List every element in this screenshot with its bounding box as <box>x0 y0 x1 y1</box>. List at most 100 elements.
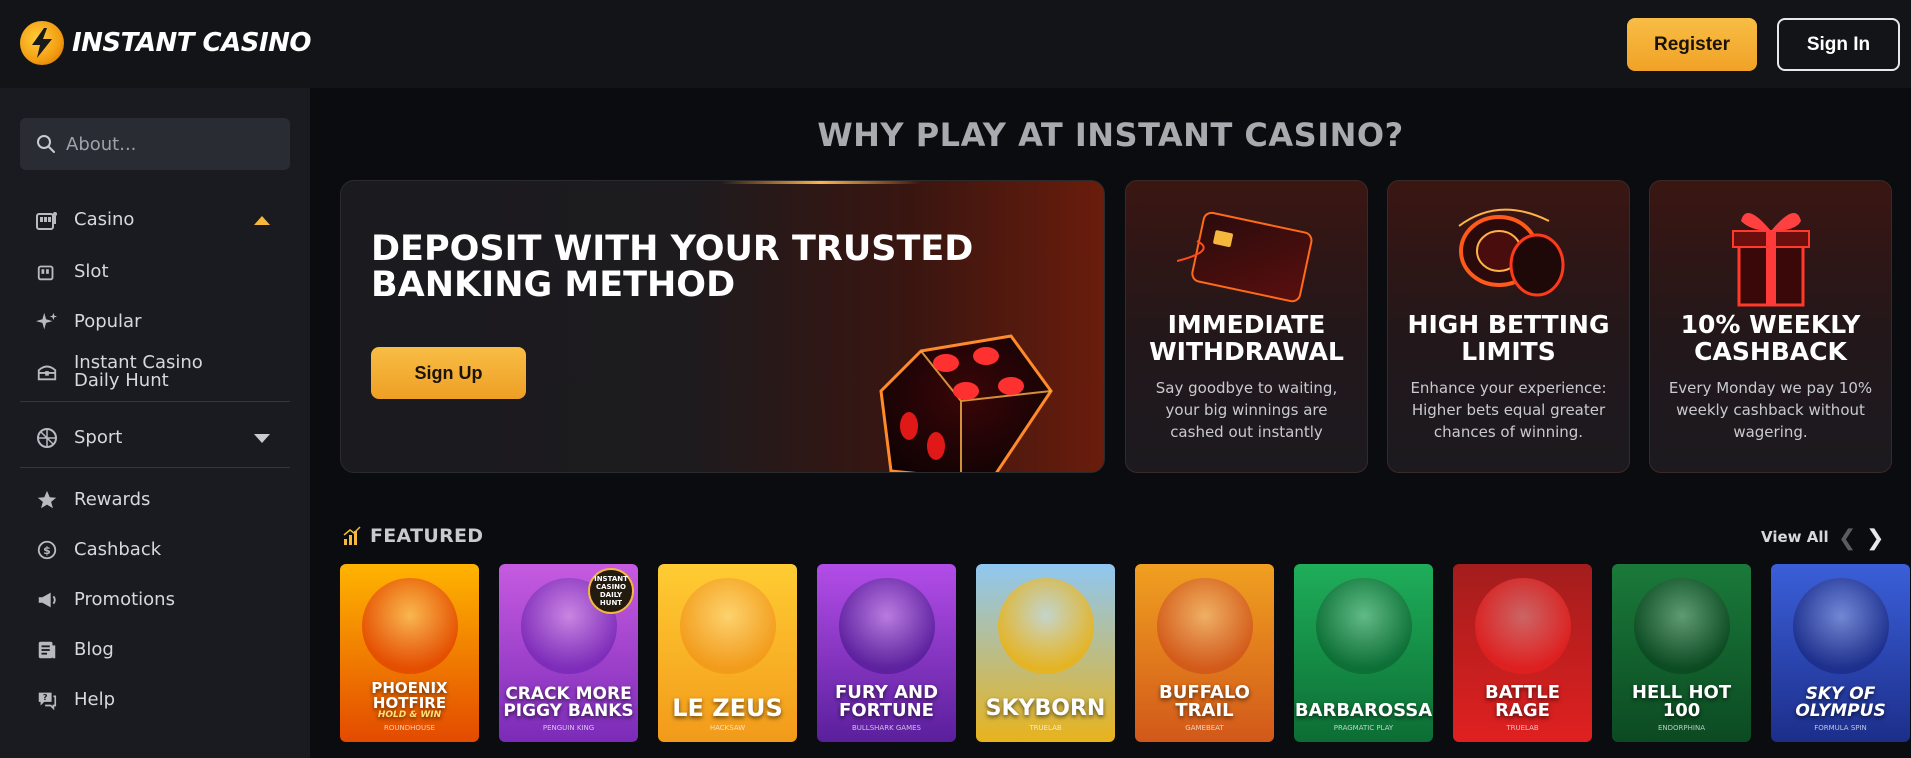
game-tile[interactable]: SKYBORN TRUELAB <box>976 564 1115 742</box>
game-art <box>1633 578 1730 674</box>
sidebar-item-popular[interactable]: Popular <box>20 304 290 340</box>
game-title: FURY AND FORTUNE <box>834 682 939 721</box>
sidebar-item-help[interactable]: ? Help <box>20 682 290 718</box>
chevron-right-icon[interactable]: ❯ <box>1866 526 1884 551</box>
sidebar-item-slot[interactable]: Slot <box>20 254 290 290</box>
page-title: WHY PLAY AT INSTANT CASINO? <box>817 116 1404 154</box>
slot-machine-icon <box>34 207 60 233</box>
game-tile[interactable]: BARBAROSSA PRAGMATIC PLAY <box>1294 564 1433 742</box>
chevron-left-icon[interactable]: ❮ <box>1838 526 1856 551</box>
sidebar-divider <box>20 467 290 468</box>
sidebar-item-rewards[interactable]: Rewards <box>20 482 290 518</box>
game-art <box>838 578 935 674</box>
daily-hunt-badge: INSTANT CASINO DAILY HUNT <box>588 568 634 614</box>
sidebar-item-label: Slot <box>74 261 109 282</box>
game-tile[interactable]: BATTLE RAGE TRUELAB <box>1453 564 1592 742</box>
brand-logo[interactable]: INSTANT CASINO <box>20 21 312 65</box>
game-tile[interactable]: HELL HOT 100 ENDORPHINA <box>1612 564 1751 742</box>
sign-in-button[interactable]: Sign In <box>1777 18 1900 71</box>
game-art <box>1792 578 1889 674</box>
game-provider: BULLSHARK GAMES <box>851 724 922 732</box>
game-tile[interactable]: LE ZEUS HACKSAW <box>658 564 797 742</box>
sidebar-item-label: Blog <box>74 639 114 660</box>
game-provider: TRUELAB <box>1506 724 1539 732</box>
sidebar-item-cashback[interactable]: $ Cashback <box>20 532 290 568</box>
game-title: BATTLE RAGE <box>1485 682 1560 721</box>
brand-name: INSTANT CASINO <box>72 28 312 58</box>
game-art <box>1474 578 1571 674</box>
game-title: SKYBORN <box>985 696 1106 721</box>
gift-box-icon <box>1731 213 1810 307</box>
sidebar-item-label: Cashback <box>74 539 162 560</box>
blog-icon <box>34 637 60 663</box>
help-icon: ? <box>34 687 60 713</box>
game-title: BARBAROSSA <box>1294 700 1433 721</box>
sidebar-item-daily-hunt[interactable]: Instant Casino Daily Hunt <box>20 350 290 394</box>
sport-icon <box>34 425 60 451</box>
game-title: SKY OF OLYMPUS <box>1795 684 1886 721</box>
sidebar-item-label: Help <box>74 689 116 710</box>
poker-chips-icon <box>1457 208 1564 297</box>
game-provider: HACKSAW <box>709 724 746 732</box>
game-subtitle: HOLD & WIN <box>377 710 442 720</box>
game-art <box>361 578 458 674</box>
sidebar: Casino Slot Popular Instant Casino Daily… <box>0 88 310 758</box>
cashback-icon: $ <box>34 537 60 563</box>
game-provider: ENDORPHINA <box>1658 724 1705 732</box>
hero-banner: DEPOSIT WITH YOUR TRUSTED BANKING METHOD… <box>340 180 1105 473</box>
game-title: PHOENIX HOTFIRE <box>371 679 448 712</box>
game-provider: TRUELAB <box>1029 724 1062 732</box>
game-title: BUFFALO TRAIL <box>1159 682 1250 721</box>
game-provider: ROUNDHOUSE <box>384 724 435 732</box>
game-provider: PRAGMATIC PLAY <box>1333 724 1394 732</box>
feature-title: HIGH BETTING LIMITS <box>1407 310 1610 366</box>
feature-title: IMMEDIATE WITHDRAWAL <box>1149 310 1344 366</box>
feature-card-betting-limits: HIGH BETTING LIMITS Enhance your experie… <box>1387 180 1630 473</box>
sidebar-item-label: Rewards <box>74 489 151 510</box>
feature-description: Enhance your experience: Higher bets equ… <box>1410 379 1607 441</box>
sidebar-item-label: Popular <box>74 311 142 332</box>
game-tile[interactable]: BUFFALO TRAIL GAMEBEAT <box>1135 564 1274 742</box>
search-input[interactable] <box>66 133 276 155</box>
game-art <box>1156 578 1253 674</box>
hero-title: DEPOSIT WITH YOUR TRUSTED BANKING METHOD <box>371 229 974 305</box>
megaphone-icon <box>34 587 60 613</box>
game-title: HELL HOT 100 <box>1631 682 1732 721</box>
sidebar-item-promotions[interactable]: Promotions <box>20 582 290 618</box>
feature-description: Every Monday we pay 10% weekly cashback … <box>1668 379 1873 441</box>
sidebar-item-blog[interactable]: Blog <box>20 632 290 668</box>
game-art <box>679 578 776 674</box>
sidebar-item-sport[interactable]: Sport <box>20 416 290 460</box>
feature-title: 10% WEEKLY CASHBACK <box>1680 310 1861 366</box>
sidebar-item-label: Casino <box>74 209 135 230</box>
star-icon <box>34 487 60 513</box>
sidebar-item-label: Instant Casino Daily Hunt <box>74 352 203 391</box>
treasure-icon <box>34 359 60 385</box>
svg-text:?: ? <box>43 692 48 702</box>
search-box[interactable] <box>20 118 290 170</box>
game-tile[interactable]: PHOENIX HOTFIRE HOLD & WIN ROUNDHOUSE <box>340 564 479 742</box>
game-title: LE ZEUS <box>672 694 783 722</box>
slot-icon <box>34 259 60 285</box>
sidebar-divider <box>20 401 290 402</box>
chart-bars-icon <box>343 526 361 545</box>
game-art <box>1315 578 1412 674</box>
register-button[interactable]: Register <box>1627 18 1757 71</box>
sign-up-button[interactable]: Sign Up <box>371 347 526 399</box>
top-header: INSTANT CASINO Register Sign In <box>0 0 1911 88</box>
view-all-link[interactable]: View All <box>1761 528 1829 546</box>
credit-card-icon <box>1176 211 1312 303</box>
sidebar-item-casino[interactable]: Casino <box>20 200 290 240</box>
feature-description: Say goodbye to waiting, your big winning… <box>1155 379 1338 441</box>
featured-section-header: FEATURED <box>342 525 483 547</box>
search-icon <box>37 135 55 153</box>
featured-label: FEATURED <box>370 525 484 547</box>
lightning-logo-icon <box>20 21 64 65</box>
hero-glow <box>721 181 921 184</box>
game-tile[interactable]: SKY OF OLYMPUS FORMULA SPIN <box>1771 564 1910 742</box>
chevron-up-icon[interactable] <box>254 215 270 225</box>
chevron-down-icon[interactable] <box>254 433 270 443</box>
game-tile[interactable]: FURY AND FORTUNE BULLSHARK GAMES <box>817 564 956 742</box>
game-tile[interactable]: INSTANT CASINO DAILY HUNT CRACK MORE PIG… <box>499 564 638 742</box>
svg-text:$: $ <box>43 544 51 557</box>
